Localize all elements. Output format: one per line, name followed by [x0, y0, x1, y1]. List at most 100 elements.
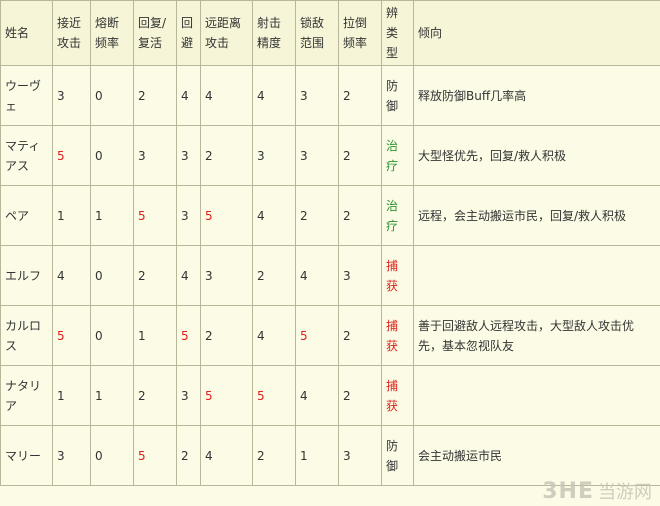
cell-evade: 3: [176, 185, 201, 246]
cell-knockdown: 3: [338, 425, 382, 486]
header-accuracy: 射击精度: [252, 0, 296, 66]
cell-ranged: 5: [200, 365, 253, 426]
header-ranged: 远距离攻击: [200, 0, 253, 66]
cell-heal: 5: [133, 185, 177, 246]
cell-accuracy: 4: [252, 305, 296, 366]
cell-lock-range: 5: [295, 305, 339, 366]
cell-tendency: 善于回避敌人远程攻击，大型敌人攻击优先，基本忽视队友: [413, 305, 660, 366]
table-row: ナタリア 1 1 2 3 5 5 4 2 捕获: [0, 365, 660, 426]
cell-evade: 2: [176, 425, 201, 486]
header-lock-range: 锁敌范围: [295, 0, 339, 66]
cell-lock-range: 4: [295, 245, 339, 306]
header-evade: 回避: [176, 0, 201, 66]
cell-heal: 1: [133, 305, 177, 366]
cell-tendency: 会主动搬运市民: [413, 425, 660, 486]
cell-type: 捕获: [381, 365, 414, 426]
cell-evade: 3: [176, 125, 201, 186]
cell-knockdown: 2: [338, 185, 382, 246]
cell-knockdown: 2: [338, 65, 382, 126]
table-row: ウーヴェ 3 0 2 4 4 4 3 2 防御 释放防御Buff几率高: [0, 65, 660, 126]
header-heal: 回复/复活: [133, 0, 177, 66]
cell-break: 0: [90, 305, 134, 366]
header-name: 姓名: [0, 0, 53, 66]
cell-evade: 5: [176, 305, 201, 366]
cell-type: 治疗: [381, 125, 414, 186]
cell-knockdown: 2: [338, 365, 382, 426]
cell-accuracy: 4: [252, 185, 296, 246]
cell-melee: 5: [52, 305, 91, 366]
cell-knockdown: 2: [338, 305, 382, 366]
cell-tendency: 远程，会主动搬运市民，回复/救人积极: [413, 185, 660, 246]
cell-break: 0: [90, 125, 134, 186]
header-type: 辨类型: [381, 0, 414, 66]
cell-melee: 1: [52, 185, 91, 246]
cell-knockdown: 3: [338, 245, 382, 306]
cell-tendency: 释放防御Buff几率高: [413, 65, 660, 126]
cell-ranged: 4: [200, 425, 253, 486]
cell-name: マティアス: [0, 125, 53, 186]
cell-accuracy: 3: [252, 125, 296, 186]
table-row: カルロス 5 0 1 5 2 4 5 2 捕获 善于回避敌人远程攻击，大型敌人攻击优先，基本忽视队友: [0, 305, 660, 366]
cell-type: 治疗: [381, 185, 414, 246]
cell-lock-range: 4: [295, 365, 339, 426]
header-row: 姓名 接近攻击 熔断频率 回复/复活 回避 远距离攻击 射击精度 锁敌范围 拉倒…: [0, 0, 660, 66]
cell-accuracy: 2: [252, 425, 296, 486]
header-melee: 接近攻击: [52, 0, 91, 66]
cell-lock-range: 3: [295, 65, 339, 126]
cell-accuracy: 4: [252, 65, 296, 126]
table-row: エルフ 4 0 2 4 3 2 4 3 捕获: [0, 245, 660, 306]
cell-accuracy: 2: [252, 245, 296, 306]
cell-lock-range: 1: [295, 425, 339, 486]
cell-evade: 3: [176, 365, 201, 426]
cell-evade: 4: [176, 65, 201, 126]
cell-heal: 2: [133, 365, 177, 426]
cell-break: 0: [90, 65, 134, 126]
table-row: マティアス 5 0 3 3 2 3 3 2 治疗 大型怪优先，回复/救人积极: [0, 125, 660, 186]
cell-heal: 2: [133, 245, 177, 306]
cell-ranged: 2: [200, 305, 253, 366]
cell-lock-range: 2: [295, 185, 339, 246]
table-row: ペア 1 1 5 3 5 4 2 2 治疗 远程，会主动搬运市民，回复/救人积极: [0, 185, 660, 246]
character-stats-table: 姓名 接近攻击 熔断频率 回复/复活 回避 远距离攻击 射击精度 锁敌范围 拉倒…: [0, 0, 660, 486]
cell-tendency: 大型怪优先，回复/救人积极: [413, 125, 660, 186]
cell-type: 防御: [381, 65, 414, 126]
cell-name: ナタリア: [0, 365, 53, 426]
cell-type: 捕获: [381, 245, 414, 306]
cell-ranged: 5: [200, 185, 253, 246]
cell-name: エルフ: [0, 245, 53, 306]
header-knockdown: 拉倒频率: [338, 0, 382, 66]
cell-type: 防御: [381, 425, 414, 486]
cell-ranged: 3: [200, 245, 253, 306]
cell-tendency: [413, 245, 660, 306]
watermark-text: 当游网: [598, 482, 652, 503]
table-body: ウーヴェ 3 0 2 4 4 4 3 2 防御 释放防御Buff几率高 マティアス 5 0 3 3 2 3 3 2 治疗…: [0, 65, 660, 486]
cell-melee: 1: [52, 365, 91, 426]
watermark-logo: 3HE: [542, 478, 594, 504]
cell-evade: 4: [176, 245, 201, 306]
cell-ranged: 4: [200, 65, 253, 126]
cell-melee: 3: [52, 425, 91, 486]
cell-break: 1: [90, 365, 134, 426]
cell-melee: 5: [52, 125, 91, 186]
cell-name: ペア: [0, 185, 53, 246]
cell-name: マリー: [0, 425, 53, 486]
cell-break: 0: [90, 245, 134, 306]
cell-knockdown: 2: [338, 125, 382, 186]
cell-heal: 5: [133, 425, 177, 486]
cell-name: カルロス: [0, 305, 53, 366]
cell-melee: 3: [52, 65, 91, 126]
header-break: 熔断频率: [90, 0, 134, 66]
header-tendency: 倾向: [413, 0, 660, 66]
cell-melee: 4: [52, 245, 91, 306]
table-row: マリー 3 0 5 2 4 2 1 3 防御 会主动搬运市民: [0, 425, 660, 486]
cell-lock-range: 3: [295, 125, 339, 186]
cell-heal: 2: [133, 65, 177, 126]
cell-tendency: [413, 365, 660, 426]
cell-ranged: 2: [200, 125, 253, 186]
cell-break: 1: [90, 185, 134, 246]
watermark: 3HE 当游网: [542, 478, 652, 504]
cell-accuracy: 5: [252, 365, 296, 426]
cell-heal: 3: [133, 125, 177, 186]
cell-name: ウーヴェ: [0, 65, 53, 126]
cell-type: 捕获: [381, 305, 414, 366]
